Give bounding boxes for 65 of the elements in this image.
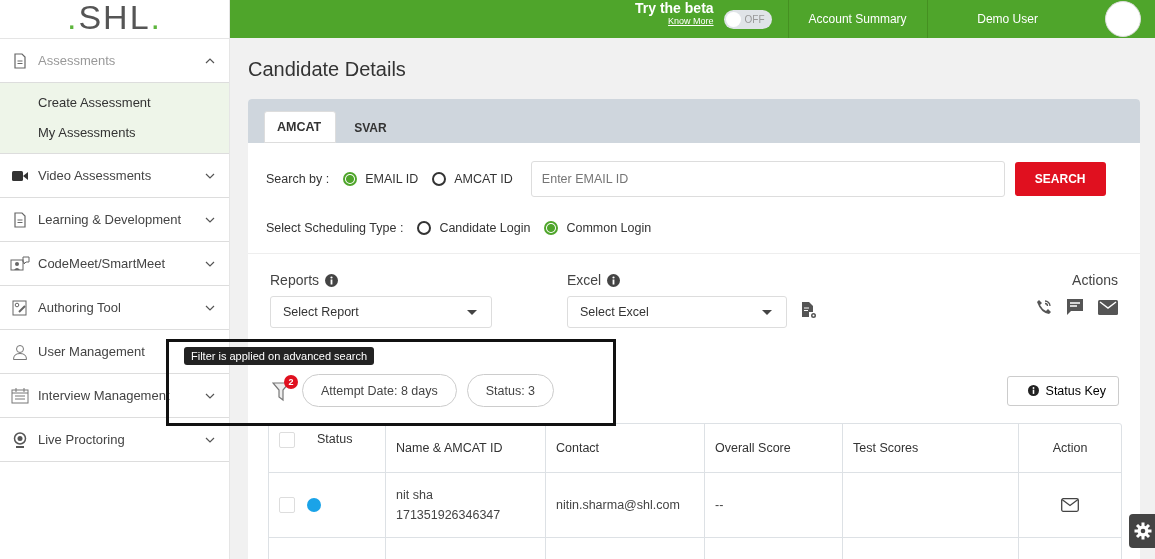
filter-chip[interactable]: Attempt Date: 8 days <box>302 374 457 407</box>
calendar-icon <box>10 387 30 404</box>
video-camera-icon <box>10 169 30 182</box>
caret-icon <box>762 309 772 315</box>
chevron-icon <box>205 436 215 443</box>
beta-label: Try the beta <box>635 2 714 15</box>
info-icon <box>1027 385 1039 396</box>
phone-icon[interactable] <box>1036 299 1052 315</box>
tooltip: Filter is applied on advanced search <box>184 346 375 365</box>
mail-icon[interactable] <box>1061 498 1079 512</box>
chevron-icon <box>205 216 215 223</box>
logo: .SHL. <box>0 0 229 39</box>
tab[interactable]: SVAR <box>336 113 405 143</box>
radio-option[interactable]: Common Login <box>544 221 652 235</box>
chevron-icon <box>205 57 215 64</box>
radio-option[interactable]: EMAIL ID <box>343 172 419 186</box>
avatar-icon[interactable] <box>1105 1 1141 37</box>
filter-count-badge: 2 <box>284 374 298 389</box>
video-meeting-icon <box>10 255 30 272</box>
reports-label: Reports <box>270 272 320 288</box>
select-all-checkbox[interactable] <box>279 432 295 448</box>
chevron-icon <box>205 392 215 399</box>
table-cell: nitin.sharma@shl.com <box>546 473 705 537</box>
search-field[interactable]: Enter EMAIL ID <box>530 161 1005 197</box>
search-button[interactable]: SEARCH <box>1014 162 1106 196</box>
sidebar-item[interactable]: Authoring Tool <box>0 286 229 330</box>
excel-dropdown[interactable]: Select Excel <box>567 296 787 328</box>
search-by-label: Search by : <box>266 172 330 186</box>
page-title: Candidate Details <box>248 58 407 81</box>
filter-chip[interactable]: Status: 3 <box>466 374 555 407</box>
actions-label: Actions <box>1072 271 1118 290</box>
amcat-id: 171351926346347 <box>396 508 501 522</box>
info-icon[interactable] <box>325 273 339 287</box>
column-header: Status <box>317 432 353 446</box>
row-checkbox[interactable] <box>279 497 295 513</box>
report-dropdown[interactable]: Select Report <box>270 296 492 328</box>
user-icon <box>10 343 30 360</box>
chevron-icon <box>205 172 215 179</box>
radio-option[interactable]: AMCAT ID <box>432 172 513 186</box>
tab[interactable]: AMCAT <box>264 111 337 143</box>
column-header: Test Scores <box>843 424 1019 472</box>
info-icon[interactable] <box>607 273 621 287</box>
excel-label: Excel <box>567 272 602 288</box>
sidebar-item[interactable]: Video Assessments <box>0 154 229 198</box>
caret-icon <box>467 309 477 315</box>
radio-option[interactable]: Candidate Login <box>417 221 531 235</box>
file-settings-icon[interactable] <box>801 301 817 319</box>
column-header: Name & AMCAT ID <box>386 424 546 472</box>
chevron-icon <box>205 304 215 311</box>
sidebar-item[interactable]: CodeMeet/SmartMeet <box>0 242 229 286</box>
mail-icon[interactable] <box>1098 299 1118 315</box>
column-header: Contact <box>546 424 705 472</box>
status-key-button[interactable]: Status Key <box>1006 375 1119 406</box>
sidebar-item[interactable]: Learning & Development <box>0 198 229 242</box>
column-header: Overall Score <box>705 424 843 472</box>
settings-button[interactable] <box>1129 514 1155 548</box>
gear-icon <box>1134 522 1152 540</box>
candidate-name: nit sha <box>396 488 433 502</box>
chat-icon[interactable] <box>1066 298 1084 316</box>
scheduling-type-label: Select Scheduling Type : <box>266 221 404 235</box>
chevron-icon <box>205 260 215 267</box>
sidebar-item[interactable]: Live Proctoring <box>0 418 229 462</box>
table-cell: -- <box>705 473 843 537</box>
edit-form-icon <box>10 299 30 316</box>
column-header: Action <box>1051 440 1089 457</box>
